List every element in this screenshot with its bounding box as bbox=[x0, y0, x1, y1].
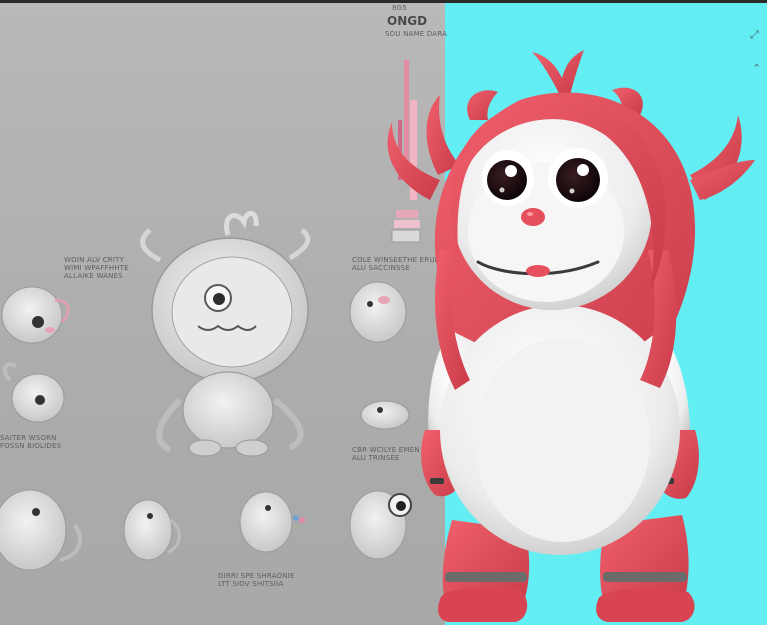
chevron-up-icon[interactable]: ⌃ bbox=[752, 62, 761, 75]
mascot-figure bbox=[387, 50, 755, 622]
expand-icon[interactable]: ⤢ bbox=[750, 28, 759, 42]
image-canvas: ONGD 8G5 SOU NAME DARA WOIN ALV CRITY WI… bbox=[0, 0, 767, 625]
mascot-nose bbox=[521, 208, 545, 226]
mascot-body bbox=[440, 305, 680, 555]
